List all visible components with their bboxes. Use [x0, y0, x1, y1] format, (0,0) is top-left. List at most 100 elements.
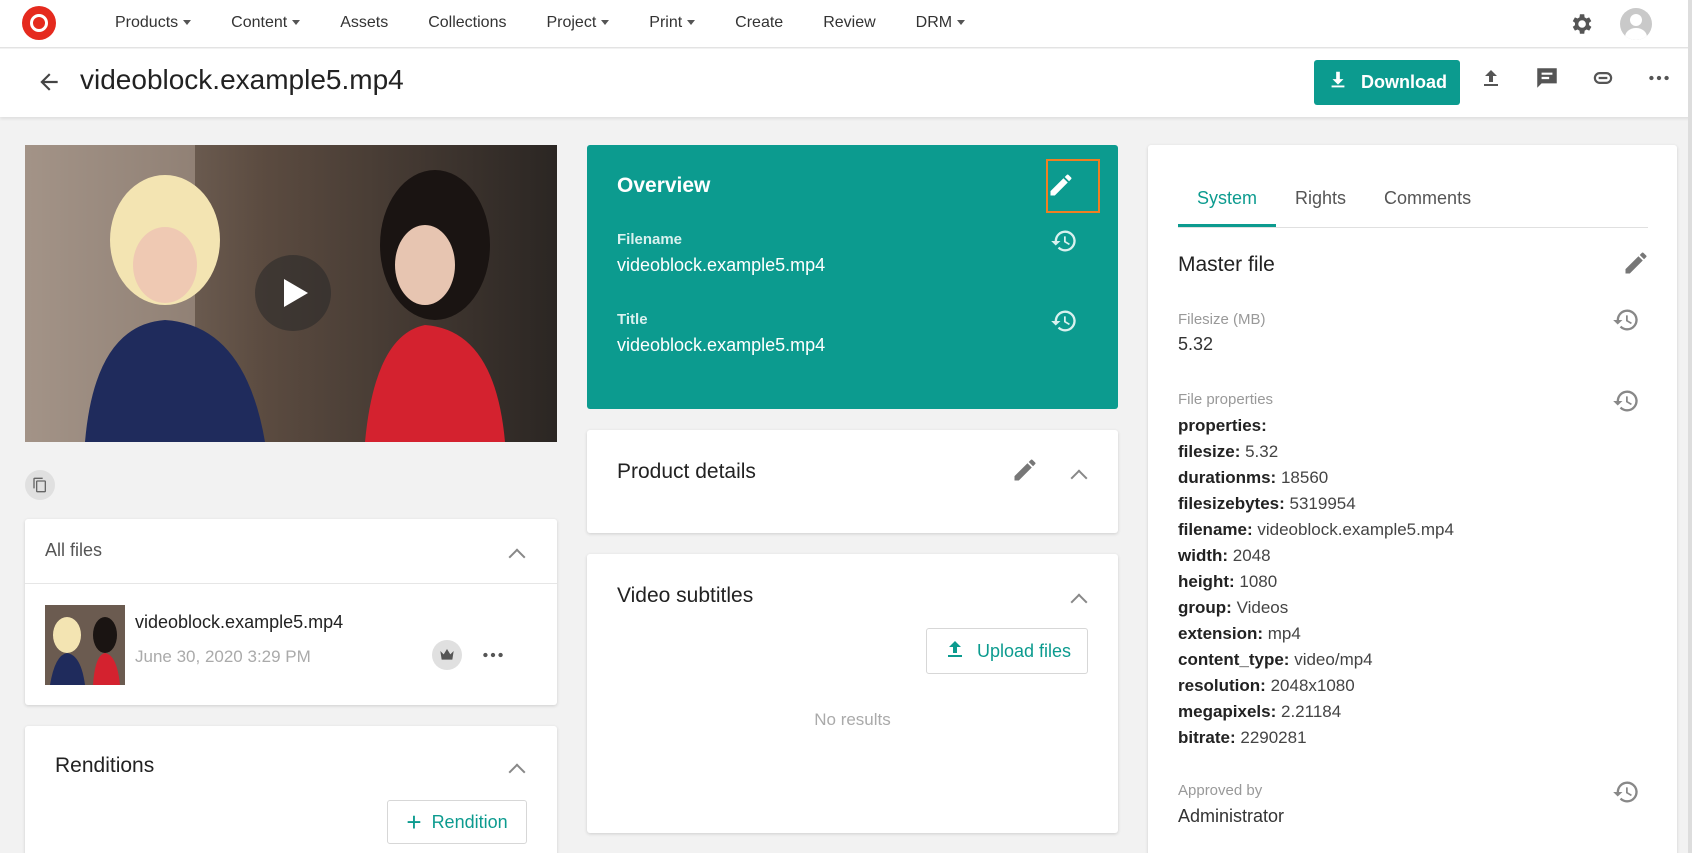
file-more-options-icon[interactable]: [480, 642, 506, 673]
download-button[interactable]: Download: [1314, 60, 1460, 105]
property-key: bitrate:: [1178, 728, 1236, 747]
page-scrollbar[interactable]: [1688, 0, 1692, 853]
property-value: 5.32: [1245, 442, 1279, 461]
property-value: 2.21184: [1281, 702, 1342, 721]
collapse-chevron-icon[interactable]: [1070, 593, 1088, 611]
nav-item-content[interactable]: Content: [211, 14, 320, 32]
nav-item-drm[interactable]: DRM: [896, 14, 985, 32]
filename-value: videoblock.example5.mp4: [617, 255, 826, 275]
upload-icon[interactable]: [1476, 63, 1506, 93]
file-thumbnail[interactable]: [45, 605, 125, 685]
tab-system[interactable]: System: [1178, 188, 1277, 227]
nav-item-label: Create: [735, 14, 784, 31]
filename-history-icon[interactable]: [1050, 227, 1078, 260]
file-properties-list: properties: filesize: 5.32 durationms: 18…: [1178, 413, 1454, 751]
crown-icon[interactable]: [432, 640, 462, 670]
property-value: mp4: [1267, 624, 1301, 643]
copy-icon[interactable]: [25, 470, 55, 500]
file-properties-history-icon[interactable]: [1612, 387, 1640, 420]
video-subtitles-card: Video subtitles Upload files No results: [587, 554, 1118, 833]
caret-down-icon: [183, 20, 192, 26]
top-navigation-bar: Products Content Assets Collections Project P…: [0, 0, 1692, 48]
header-actions: [1476, 63, 1674, 93]
main-nav: Products Content Assets Collections Project P…: [95, 0, 985, 46]
file-name[interactable]: videoblock.example5.mp4: [135, 612, 343, 633]
property-value: video/mp4: [1294, 650, 1373, 669]
nav-item-products[interactable]: Products: [95, 14, 211, 32]
download-label: Download: [1361, 72, 1447, 92]
link-icon[interactable]: [1588, 63, 1618, 93]
property-row: extension: mp4: [1178, 621, 1454, 647]
filename-label: Filename: [617, 231, 683, 248]
title-value: videoblock.example5.mp4: [617, 335, 826, 355]
nav-item-assets[interactable]: Assets: [320, 14, 408, 32]
video-preview[interactable]: [25, 145, 557, 442]
nav-item-review[interactable]: Review: [803, 14, 895, 32]
user-avatar[interactable]: [1620, 8, 1652, 40]
upload-files-button[interactable]: Upload files: [926, 628, 1088, 674]
nav-item-collections[interactable]: Collections: [408, 14, 526, 32]
tab-rights[interactable]: Rights: [1276, 188, 1365, 227]
property-key: megapixels:: [1178, 702, 1277, 721]
property-key: group:: [1178, 598, 1232, 617]
plus-icon: +: [406, 807, 422, 837]
file-properties-label: File properties: [1178, 391, 1274, 408]
nav-item-label: Assets: [340, 14, 389, 31]
nav-item-create[interactable]: Create: [715, 14, 803, 32]
property-row: group: Videos: [1178, 595, 1454, 621]
property-row: height: 1080: [1178, 569, 1454, 595]
upload-files-label: Upload files: [976, 640, 1072, 661]
nav-item-label: Print: [649, 14, 683, 31]
property-row: filename: videoblock.example5.mp4: [1178, 517, 1454, 543]
tab-comments[interactable]: Comments: [1365, 188, 1490, 227]
nav-item-print[interactable]: Print: [629, 14, 715, 32]
property-key: filename:: [1178, 520, 1253, 539]
approved-by-history-icon[interactable]: [1612, 778, 1640, 811]
approved-by-label: Approved by: [1178, 782, 1263, 799]
filesize-label: Filesize (MB): [1178, 311, 1266, 328]
filesize-history-icon[interactable]: [1612, 306, 1640, 339]
product-details-card: Product details: [587, 430, 1118, 533]
more-options-icon[interactable]: [1644, 63, 1674, 93]
video-subtitles-title: Video subtitles: [617, 584, 754, 607]
download-icon: [1327, 69, 1349, 96]
add-rendition-button[interactable]: + Rendition: [387, 800, 527, 844]
app-logo[interactable]: [22, 6, 56, 40]
nav-item-label: Collections: [428, 14, 507, 31]
no-results-text: No results: [814, 710, 891, 729]
nav-item-label: Project: [546, 14, 597, 31]
edit-pencil-icon[interactable]: [1622, 249, 1650, 282]
approved-by-value: Administrator: [1178, 806, 1285, 826]
caret-down-icon: [292, 20, 301, 26]
nav-item-label: Products: [115, 14, 179, 31]
property-key: extension:: [1178, 624, 1264, 643]
collapse-chevron-icon[interactable]: [508, 763, 526, 781]
title-history-icon[interactable]: [1050, 307, 1078, 340]
property-value: 1080: [1239, 572, 1278, 591]
properties-heading: properties:: [1178, 416, 1267, 435]
nav-item-project[interactable]: Project: [526, 14, 629, 32]
property-row: bitrate: 2290281: [1178, 725, 1454, 751]
all-files-card: All files videoblock.example5.mp4 June 3…: [25, 519, 557, 705]
play-button[interactable]: [255, 255, 331, 331]
filesize-value: 5.32: [1178, 334, 1214, 354]
property-value: 2290281: [1240, 728, 1307, 747]
collapse-chevron-icon[interactable]: [508, 548, 526, 566]
comment-icon[interactable]: [1532, 63, 1562, 93]
caret-down-icon: [601, 20, 610, 26]
back-arrow-icon[interactable]: [36, 69, 62, 95]
property-key: height:: [1178, 572, 1235, 591]
gear-icon[interactable]: [1568, 11, 1594, 37]
edit-pencil-icon[interactable]: [1011, 456, 1039, 489]
highlighted-edit-button[interactable]: [1046, 159, 1100, 213]
property-key: content_type:: [1178, 650, 1290, 669]
property-value: 18560: [1280, 468, 1329, 487]
all-files-title: All files: [45, 540, 103, 560]
title-label: Title: [617, 311, 648, 328]
property-key: filesize:: [1178, 442, 1241, 461]
product-details-title: Product details: [617, 460, 756, 483]
renditions-title: Renditions: [55, 754, 155, 777]
tab-bar: System Rights Comments: [1178, 188, 1648, 228]
collapse-chevron-icon[interactable]: [1070, 469, 1088, 487]
property-row: width: 2048: [1178, 543, 1454, 569]
